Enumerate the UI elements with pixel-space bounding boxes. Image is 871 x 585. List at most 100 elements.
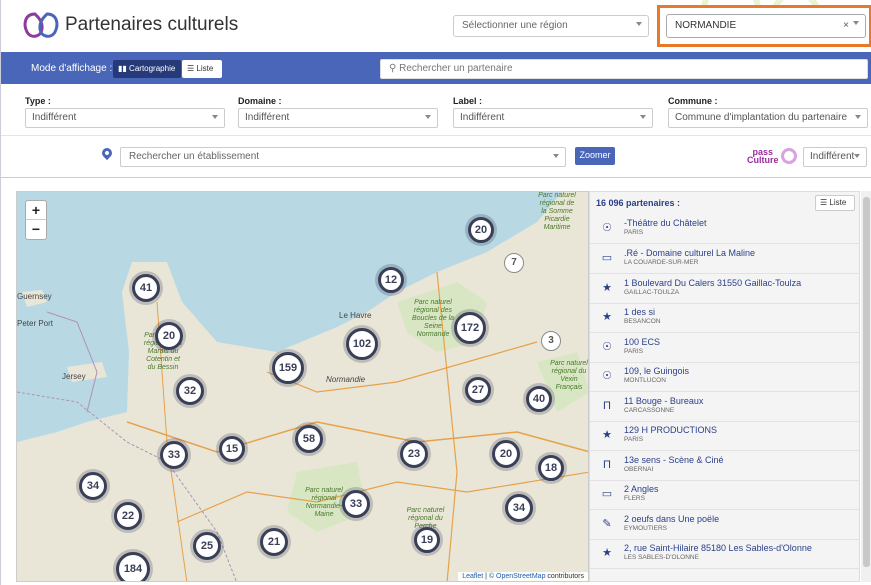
- filter-domain-value: Indifférent: [245, 112, 290, 123]
- map-cluster[interactable]: 19: [414, 527, 440, 553]
- list-item-name: 2 Angles: [624, 484, 659, 494]
- list-item-name: 129 H PRODUCTIONS: [624, 425, 718, 435]
- filter-label-label: Label :: [453, 96, 483, 106]
- map-icon: ▮▮: [118, 64, 127, 73]
- results-scrollbar[interactable]: [861, 191, 871, 582]
- clear-icon[interactable]: ×: [843, 20, 849, 31]
- filter-commune-select[interactable]: Commune d'implantation du partenaire: [668, 108, 868, 128]
- map-cluster[interactable]: 20: [492, 440, 520, 468]
- map-cluster[interactable]: 20: [155, 322, 183, 350]
- list-item[interactable]: ☉ 100 ECS PARIS: [590, 333, 859, 363]
- filter-label-select[interactable]: Indifférent: [453, 108, 653, 128]
- pass-culture-swirl-icon: [781, 148, 797, 164]
- map-label-guernsey: Guernsey: [17, 292, 52, 301]
- chevron-down-icon: [854, 154, 860, 158]
- list-item-name: 1 Boulevard Du Calers 31550 Gaillac-Toul…: [624, 278, 802, 288]
- chevron-down-icon: [853, 21, 859, 25]
- list-item-city: BESANCON: [624, 318, 661, 325]
- results-scroll-thumb[interactable]: [863, 197, 870, 567]
- display-toolbar: Mode d'affichage : ▮▮ Cartographie ☰ Lis…: [1, 52, 871, 84]
- list-button[interactable]: ☰ Liste: [182, 60, 222, 78]
- map-background: [17, 192, 588, 581]
- osm-link[interactable]: © OpenStreetMap: [489, 573, 546, 580]
- list-item[interactable]: ☉ 109, le Guingois MONTLUCON: [590, 362, 859, 392]
- map-cluster[interactable]: 18: [538, 455, 564, 481]
- region-select[interactable]: Sélectionner une région: [453, 15, 649, 37]
- cartography-button[interactable]: ▮▮ Cartographie: [113, 60, 181, 78]
- selected-region-highlight: NORMANDIE ×: [657, 5, 871, 47]
- map[interactable]: + − Guernsey Peter Port Jersey Le Havre …: [16, 191, 589, 582]
- map-cluster[interactable]: 20: [468, 217, 494, 243]
- map-label-normandie: Normandie: [326, 375, 366, 384]
- map-cluster[interactable]: 159: [272, 352, 304, 384]
- map-cluster[interactable]: 3: [541, 331, 561, 351]
- list-item-name: 13e sens - Scène & Ciné: [624, 455, 724, 465]
- map-cluster[interactable]: 34: [505, 494, 533, 522]
- map-cluster[interactable]: 34: [79, 472, 107, 500]
- monument-icon: Π: [603, 459, 611, 471]
- map-cluster[interactable]: 15: [219, 436, 245, 462]
- list-item-city: LA COUARDE-SUR-MER: [624, 259, 699, 266]
- establishment-placeholder: Rechercher un établissement: [129, 151, 260, 162]
- list-item[interactable]: ☉ -Théâtre du Châtelet PARIS: [590, 214, 859, 244]
- zoom-in-button[interactable]: +: [26, 201, 46, 220]
- list-item[interactable]: Π 11 Bouge - Bureaux CARCASSONNE: [590, 392, 859, 422]
- list-item-city: CARCASSONNE: [624, 407, 675, 414]
- map-label-park-vexin: Parc naturel régional du Vexin Français: [550, 360, 588, 391]
- star-icon: ★: [602, 282, 612, 294]
- list-item-name: 1 des si: [624, 307, 656, 317]
- map-label-le-havre: Le Havre: [339, 311, 372, 320]
- map-cluster[interactable]: 32: [176, 377, 204, 405]
- map-label-park-seine: Parc naturel régional des Boucles de la …: [411, 299, 455, 338]
- map-cluster[interactable]: 33: [342, 490, 370, 518]
- map-cluster[interactable]: 41: [132, 274, 160, 302]
- list-item[interactable]: ★ 2, rue Saint-Hilaire 85180 Les Sables-…: [590, 539, 859, 569]
- filter-domain-select[interactable]: Indifférent: [238, 108, 438, 128]
- list-item[interactable]: Π 13e sens - Scène & Ciné OBERNAI: [590, 451, 859, 481]
- header: Partenaires culturels Sélectionner une r…: [1, 0, 871, 52]
- establishment-bar: Rechercher un établissement Zoomer pass …: [1, 136, 871, 178]
- pass-culture-select[interactable]: Indifférent: [803, 147, 867, 167]
- map-cluster[interactable]: 7: [504, 253, 524, 273]
- map-cluster[interactable]: 27: [465, 377, 491, 403]
- list-item[interactable]: ✎ 2 oeufs dans Une poële EYMOUTIERS: [590, 510, 859, 540]
- masks-icon: ☉: [602, 222, 612, 234]
- list-item[interactable]: ▭ 2 Angles FLERS: [590, 480, 859, 510]
- list-item[interactable]: ▭ .Ré - Domaine culturel La Maline LA CO…: [590, 244, 859, 274]
- selected-region-select[interactable]: NORMANDIE ×: [666, 14, 866, 38]
- establishment-search-input[interactable]: Rechercher un établissement: [120, 147, 566, 167]
- map-cluster[interactable]: 184: [116, 552, 150, 581]
- list-item-city: PARIS: [624, 436, 644, 443]
- map-cluster[interactable]: 172: [454, 312, 486, 344]
- zoom-out-button[interactable]: −: [26, 220, 46, 239]
- filter-commune-label: Commune :: [668, 96, 718, 106]
- cartography-label: Cartographie: [129, 64, 176, 73]
- zoom-button[interactable]: Zoomer: [575, 147, 615, 165]
- partner-search-input[interactable]: ⚲ Rechercher un partenaire: [380, 59, 868, 79]
- leaflet-link[interactable]: Leaflet: [462, 573, 483, 580]
- list-item[interactable]: ★ 1 Boulevard Du Calers 31550 Gaillac-To…: [590, 274, 859, 304]
- map-cluster[interactable]: 40: [526, 386, 552, 412]
- list-item[interactable]: ★ 1 des si BESANCON: [590, 303, 859, 333]
- map-cluster[interactable]: 21: [260, 528, 288, 556]
- map-cluster[interactable]: 22: [114, 502, 142, 530]
- results-list-button[interactable]: ☰ Liste: [815, 195, 855, 211]
- list-item[interactable]: ★ 129 H PRODUCTIONS PARIS: [590, 421, 859, 451]
- star-icon: ★: [602, 547, 612, 559]
- list-item-name: 2, rue Saint-Hilaire 85180 Les Sables-d'…: [624, 543, 812, 553]
- map-cluster[interactable]: 58: [295, 425, 323, 453]
- screen-icon: ▭: [601, 252, 613, 264]
- map-cluster[interactable]: 12: [378, 267, 404, 293]
- attribution-rest: contributors: [547, 573, 584, 580]
- map-cluster[interactable]: 25: [193, 532, 221, 560]
- map-cluster[interactable]: 102: [346, 328, 378, 360]
- map-cluster[interactable]: 33: [160, 441, 188, 469]
- star-icon: ★: [602, 429, 612, 441]
- location-pin-icon: [99, 145, 115, 161]
- filter-type-select[interactable]: Indifférent: [25, 108, 225, 128]
- map-cluster[interactable]: 23: [400, 440, 428, 468]
- masks-icon: ☉: [602, 370, 612, 382]
- map-attribution: Leaflet | © OpenStreetMap contributors: [458, 572, 588, 581]
- search-icon: ⚲: [389, 63, 397, 74]
- page-title: Partenaires culturels: [65, 14, 239, 35]
